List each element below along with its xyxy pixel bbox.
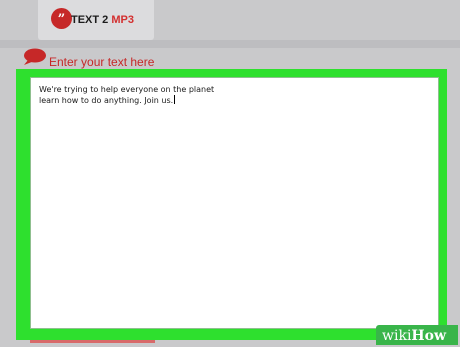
- logo-text-main: TEXT 2: [71, 14, 112, 26]
- app-logo[interactable]: TEXT 2 MP3: [71, 12, 134, 28]
- text-input-area[interactable]: We're trying to help everyone on the pla…: [30, 77, 439, 329]
- bottom-accent-line: [30, 340, 155, 343]
- speech-bubble-icon: [24, 48, 46, 65]
- wikihow-watermark: wikiHow: [382, 326, 446, 346]
- text-caret: [174, 95, 176, 104]
- input-label: Enter your text here: [49, 55, 155, 69]
- watermark-part2: How: [411, 328, 447, 344]
- quote-badge-icon: ”: [51, 8, 72, 29]
- logo-text-accent: MP3: [111, 14, 134, 26]
- watermark-part1: wiki: [382, 328, 412, 344]
- section-divider: [0, 40, 460, 48]
- text-input-value: We're trying to help everyone on the pla…: [39, 85, 215, 105]
